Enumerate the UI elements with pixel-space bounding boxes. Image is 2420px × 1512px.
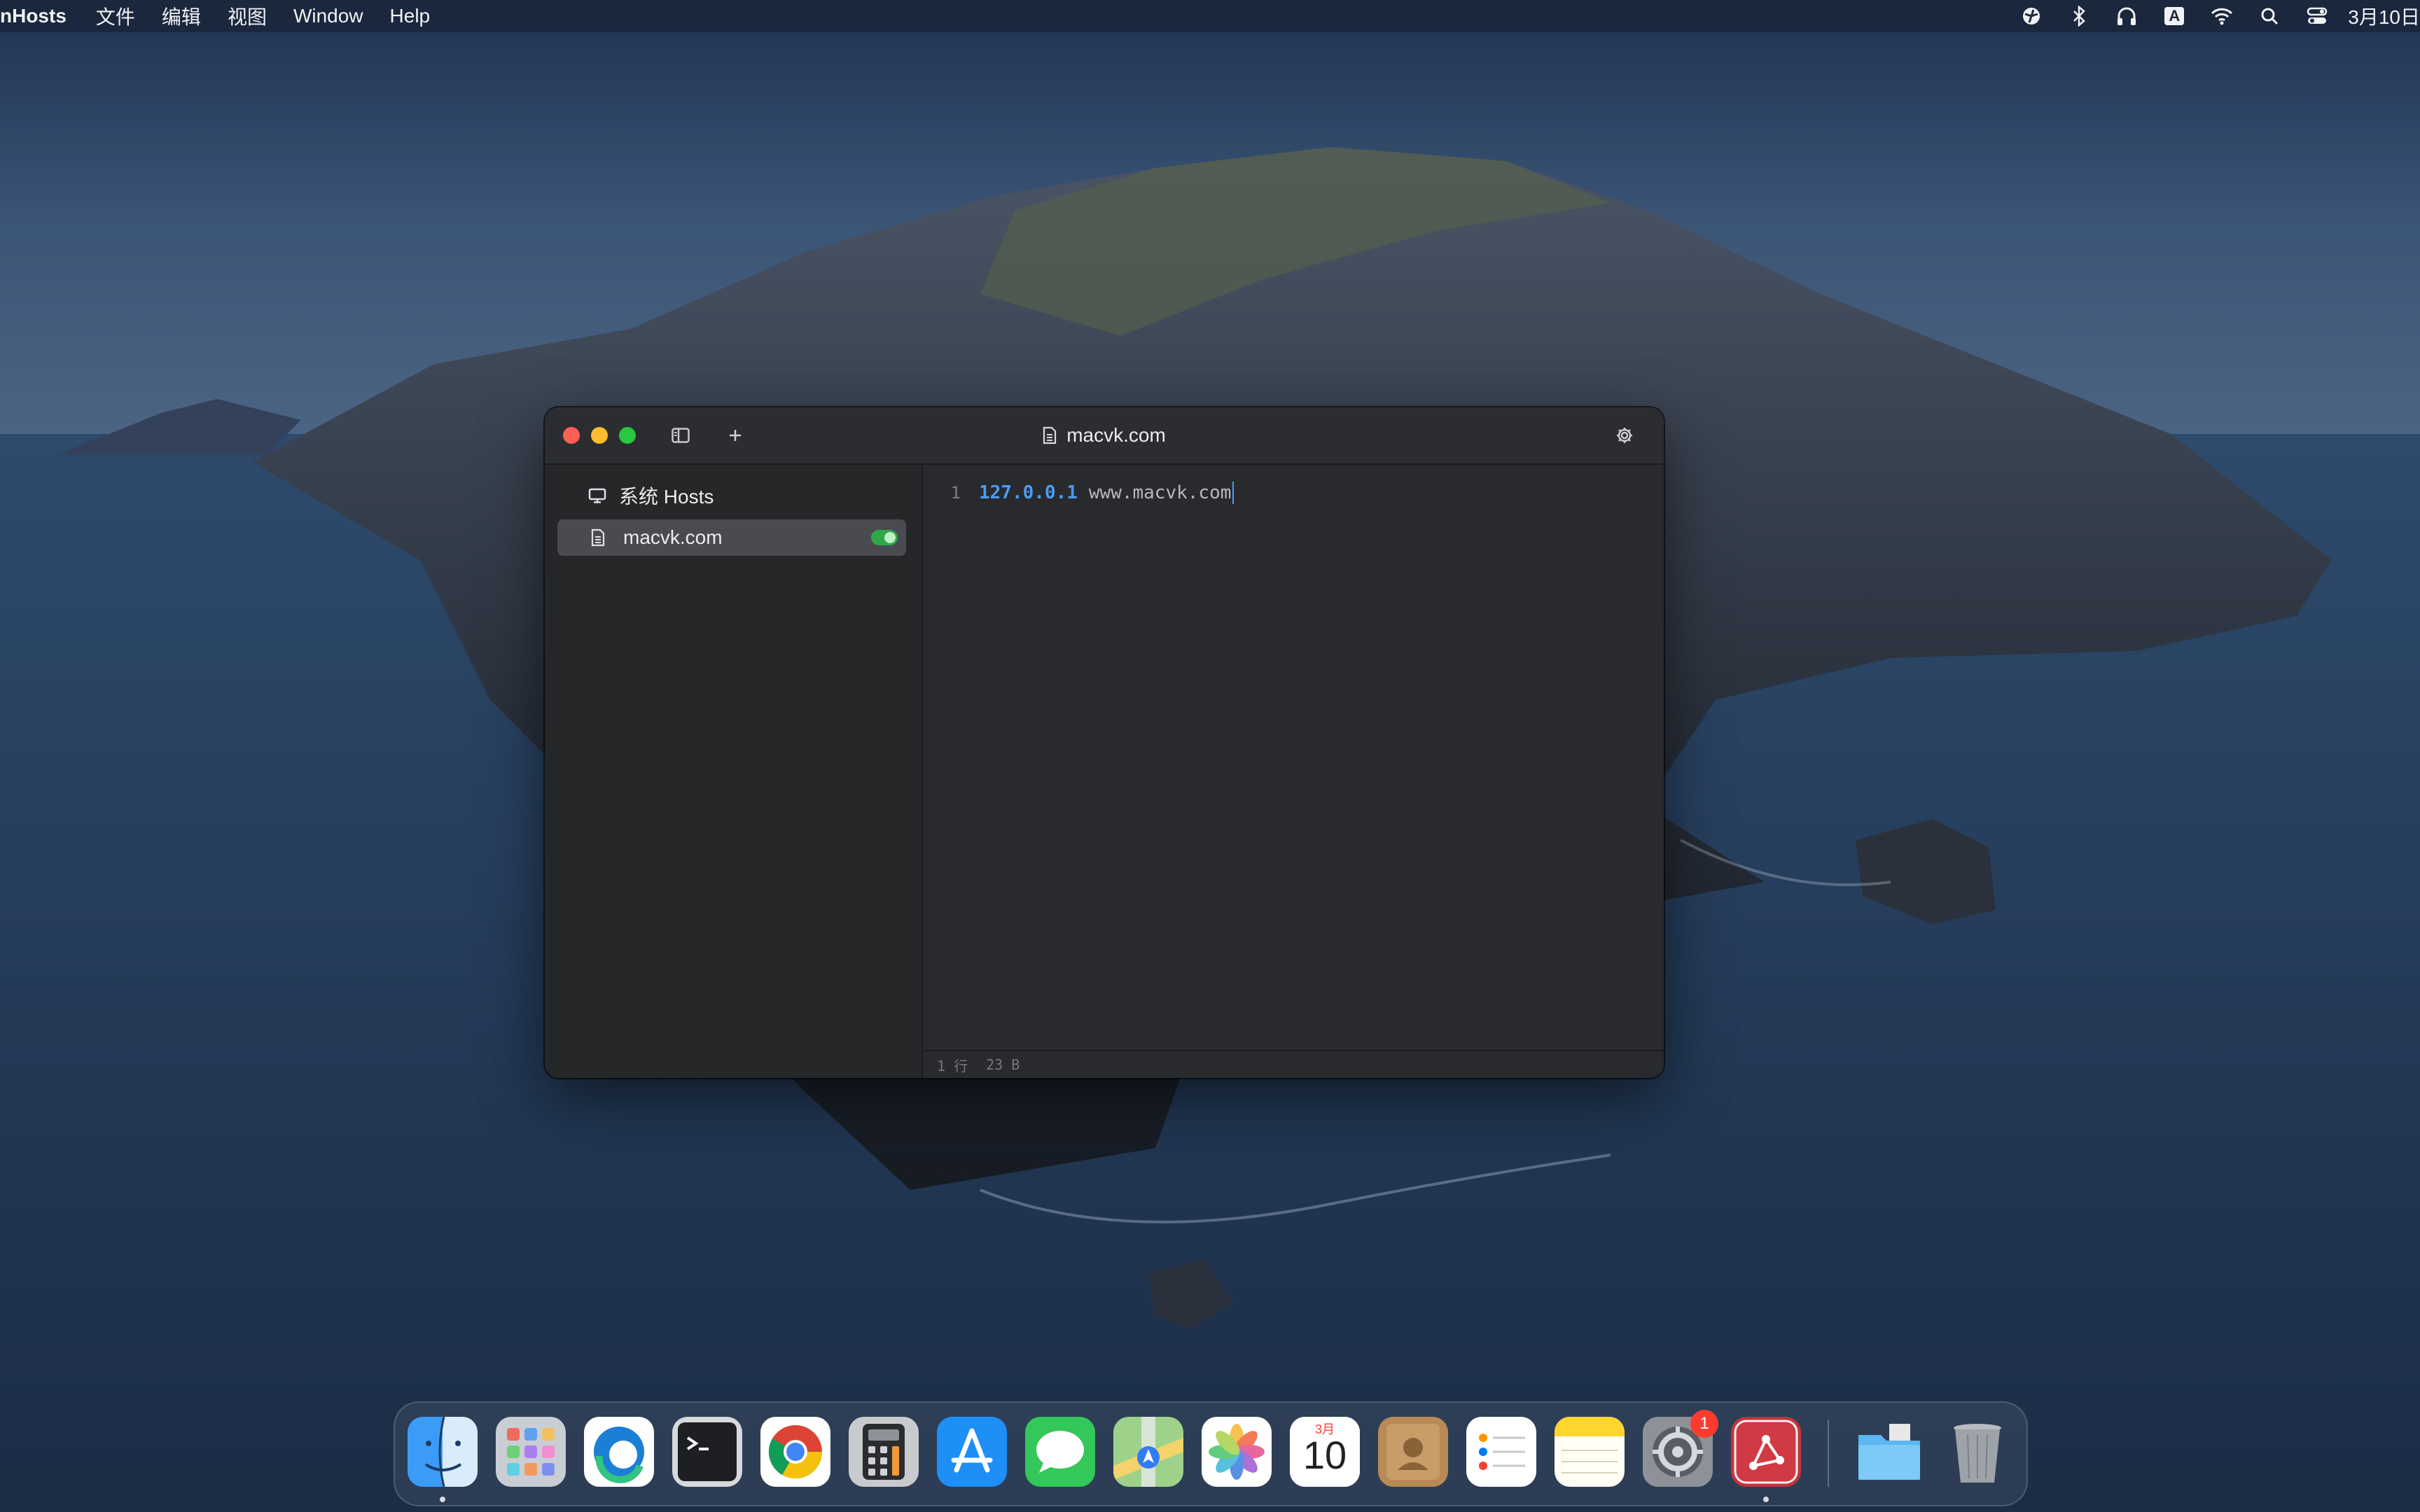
dock-messages-icon[interactable]: [1025, 1417, 1095, 1487]
hosts-editor[interactable]: 1 127.0.0.1 www.macvk.com 1 行 23 B: [923, 465, 1664, 1078]
hosts-ip: 127.0.0.1: [979, 482, 1078, 503]
sidebar-item-macvk[interactable]: macvk.com: [557, 519, 906, 556]
dock: 3月 10 1: [394, 1401, 2028, 1506]
switchhosts-window: macvk.com 系统 Hosts macvk.com 1 127.0.0.1: [545, 407, 1664, 1078]
menu-bar-clock[interactable]: 3月10日: [2348, 2, 2420, 30]
file-size: 23 B: [986, 1056, 1020, 1073]
menu-edit[interactable]: 编辑: [162, 2, 201, 30]
dock-calendar-icon[interactable]: 3月 10: [1290, 1417, 1360, 1487]
document-icon: [1043, 426, 1057, 444]
notification-badge: 1: [1690, 1410, 1718, 1438]
editor-status-bar: 1 行 23 B: [923, 1050, 1664, 1078]
dock-launchpad-icon[interactable]: [496, 1417, 566, 1487]
headphones-icon[interactable]: [2110, 0, 2143, 32]
dock-reminders-icon[interactable]: [1466, 1417, 1536, 1487]
dock-notes-icon[interactable]: [1555, 1417, 1625, 1487]
line-content: 127.0.0.1 www.macvk.com: [979, 482, 1235, 504]
dock-calculator-icon[interactable]: [849, 1417, 919, 1487]
menu-bar: nHosts 文件 编辑 视图 Window Help A 3月10日: [0, 0, 2420, 32]
wifi-icon[interactable]: [2205, 0, 2239, 32]
menu-file[interactable]: 文件: [96, 2, 135, 30]
running-indicator: [440, 1497, 445, 1502]
running-indicator: [1763, 1497, 1769, 1502]
menu-help[interactable]: Help: [390, 5, 431, 27]
dock-switchhosts-icon[interactable]: [1731, 1417, 1801, 1487]
settings-button[interactable]: [1612, 423, 1637, 448]
control-center-icon[interactable]: [2300, 0, 2334, 32]
app-menu[interactable]: nHosts: [0, 5, 67, 27]
document-icon: [591, 528, 609, 547]
dock-photos-icon[interactable]: [1202, 1417, 1272, 1487]
dock-app-store-icon[interactable]: [937, 1417, 1007, 1487]
menu-window[interactable]: Window: [293, 5, 363, 27]
sidebar-item-label: macvk.com: [623, 526, 723, 548]
dock-chrome-icon[interactable]: [760, 1417, 830, 1487]
input-source-icon[interactable]: A: [2157, 0, 2191, 32]
dock-finder-icon[interactable]: [408, 1417, 478, 1487]
text-caret: [1232, 482, 1235, 504]
dock-trash-icon[interactable]: [1942, 1417, 2012, 1487]
menu-view[interactable]: 视图: [228, 2, 267, 30]
dock-edge-icon[interactable]: [584, 1417, 654, 1487]
sidebar-item-label: 系统 Hosts: [619, 486, 714, 507]
window-titlebar[interactable]: macvk.com: [545, 407, 1664, 465]
window-title-text: macvk.com: [1066, 424, 1166, 446]
dock-terminal-icon[interactable]: [672, 1417, 742, 1487]
line-count: 1 行: [937, 1057, 968, 1074]
calendar-day: 10: [1302, 1433, 1347, 1477]
dock-contacts-icon[interactable]: [1378, 1417, 1448, 1487]
vpn-icon[interactable]: [2015, 0, 2048, 32]
editor-line: 1 127.0.0.1 www.macvk.com: [923, 479, 1235, 507]
line-number: 1: [950, 483, 961, 503]
input-source-label: A: [2164, 7, 2185, 25]
spotlight-icon[interactable]: [2253, 0, 2286, 32]
dock-downloads-folder-icon[interactable]: [1854, 1417, 1924, 1487]
dock-maps-icon[interactable]: [1113, 1417, 1183, 1487]
hosts-sidebar: 系统 Hosts macvk.com: [545, 465, 923, 1078]
window-title: macvk.com: [545, 407, 1664, 463]
dock-separator: [1828, 1420, 1829, 1487]
hosts-domain: www.macvk.com: [1088, 482, 1232, 503]
sidebar-item-system-hosts[interactable]: 系统 Hosts: [557, 477, 906, 514]
bluetooth-icon[interactable]: [2062, 0, 2096, 32]
enable-toggle[interactable]: [871, 530, 898, 545]
monitor-icon: [588, 486, 606, 505]
gear-icon: [1617, 428, 1632, 443]
